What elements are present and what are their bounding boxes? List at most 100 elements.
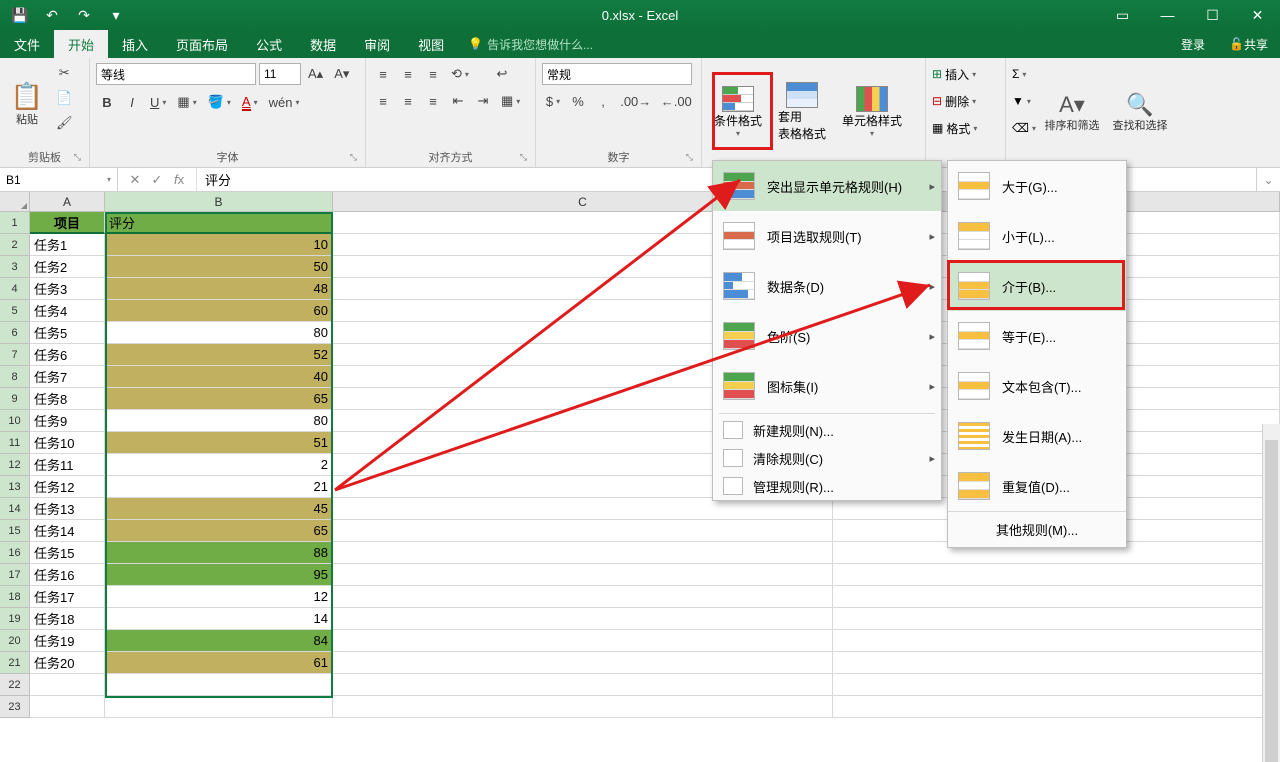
row-header[interactable]: 21 xyxy=(0,652,30,674)
cell[interactable]: 任务6 xyxy=(30,344,105,366)
cell[interactable]: 任务19 xyxy=(30,630,105,652)
fx-icon[interactable]: fx xyxy=(170,172,188,187)
menu-clear-rules[interactable]: 清除规则(C) ▸ xyxy=(713,444,941,472)
tab-layout[interactable]: 页面布局 xyxy=(162,30,242,58)
row-header[interactable]: 20 xyxy=(0,630,30,652)
menu-other-rules[interactable]: 其他规则(M)... xyxy=(948,511,1126,547)
cell[interactable]: 任务16 xyxy=(30,564,105,586)
phonetic-button[interactable]: wén xyxy=(265,91,304,113)
close-icon[interactable]: ✕ xyxy=(1235,0,1280,30)
cell[interactable]: 评分 xyxy=(105,212,333,234)
cell[interactable]: 任务18 xyxy=(30,608,105,630)
cell[interactable]: 任务1 xyxy=(30,234,105,256)
cell[interactable] xyxy=(333,608,833,630)
align-launcher-icon[interactable]: ⤡ xyxy=(520,152,527,163)
col-header-a[interactable]: A xyxy=(30,192,105,211)
format-as-table-button[interactable]: 套用 表格格式 xyxy=(772,62,832,162)
cell[interactable]: 60 xyxy=(105,300,333,322)
row-header[interactable]: 12 xyxy=(0,454,30,476)
cell[interactable]: 45 xyxy=(105,498,333,520)
enter-formula-icon[interactable]: ✓ xyxy=(148,172,166,188)
cell[interactable] xyxy=(333,630,833,652)
share-button[interactable]: 🔓 共享 xyxy=(1217,30,1280,58)
cell[interactable] xyxy=(30,674,105,696)
menu-color-scales[interactable]: 色阶(S) xyxy=(713,311,941,361)
maximize-icon[interactable]: ☐ xyxy=(1190,0,1235,30)
col-header-b[interactable]: B xyxy=(105,192,333,211)
align-middle-icon[interactable]: ≡ xyxy=(397,63,419,85)
wrap-text-icon[interactable]: ↩ xyxy=(491,63,513,85)
menu-duplicate-values[interactable]: 重复值(D)... xyxy=(948,461,1126,511)
cell[interactable] xyxy=(105,674,333,696)
cell[interactable] xyxy=(105,696,333,718)
select-all-corner[interactable] xyxy=(0,192,30,211)
cell[interactable] xyxy=(333,564,833,586)
sort-filter-button[interactable]: A▾ 排序和筛选 xyxy=(1040,62,1104,162)
row-header[interactable]: 22 xyxy=(0,674,30,696)
align-bottom-icon[interactable]: ≡ xyxy=(422,63,444,85)
clear-icon[interactable]: ⌫ xyxy=(1012,121,1029,135)
expand-formula-bar-icon[interactable]: ⌄ xyxy=(1256,168,1280,191)
menu-data-bars[interactable]: 数据条(D) xyxy=(713,261,941,311)
cell[interactable]: 任务14 xyxy=(30,520,105,542)
cell[interactable]: 任务11 xyxy=(30,454,105,476)
tab-data[interactable]: 数据 xyxy=(296,30,350,58)
increase-decimal-icon[interactable]: .00→ xyxy=(617,90,655,112)
cell[interactable]: 任务8 xyxy=(30,388,105,410)
row-header[interactable]: 5 xyxy=(0,300,30,322)
cell[interactable]: 10 xyxy=(105,234,333,256)
row-header[interactable]: 16 xyxy=(0,542,30,564)
cell[interactable]: 项目 xyxy=(30,212,105,234)
menu-less-than[interactable]: 小于(L)... xyxy=(948,211,1126,261)
increase-indent-icon[interactable]: ⇥ xyxy=(472,90,494,112)
paste-button[interactable]: 📋 粘贴 xyxy=(6,62,48,146)
cell[interactable]: 65 xyxy=(105,520,333,542)
align-center-icon[interactable]: ≡ xyxy=(397,90,419,112)
row-header[interactable]: 18 xyxy=(0,586,30,608)
cut-icon[interactable]: ✂ xyxy=(52,62,77,84)
cell[interactable] xyxy=(30,696,105,718)
menu-manage-rules[interactable]: 管理规则(R)... xyxy=(713,472,941,500)
insert-cells-icon[interactable]: ⊞ xyxy=(932,67,942,81)
delete-cells-label[interactable]: 删除 xyxy=(945,93,969,110)
comma-icon[interactable]: , xyxy=(592,90,614,112)
name-box[interactable]: B1 xyxy=(0,168,118,191)
cell[interactable] xyxy=(333,696,833,718)
cell[interactable] xyxy=(333,520,833,542)
decrease-font-icon[interactable]: A▾ xyxy=(330,63,353,85)
cell[interactable]: 52 xyxy=(105,344,333,366)
bold-button[interactable]: B xyxy=(96,91,118,113)
cell[interactable]: 21 xyxy=(105,476,333,498)
border-button[interactable]: ▦ xyxy=(173,91,200,113)
font-name-select[interactable] xyxy=(96,63,256,85)
cell[interactable]: 65 xyxy=(105,388,333,410)
row-header[interactable]: 7 xyxy=(0,344,30,366)
cell[interactable]: 任务2 xyxy=(30,256,105,278)
tab-file[interactable]: 文件 xyxy=(0,30,54,58)
menu-greater-than[interactable]: 大于(G)... xyxy=(948,161,1126,211)
cell-styles-button[interactable]: 单元格样式 ▾ xyxy=(836,62,908,162)
cell[interactable]: 95 xyxy=(105,564,333,586)
cell[interactable] xyxy=(833,564,1280,586)
cell[interactable]: 88 xyxy=(105,542,333,564)
decrease-decimal-icon[interactable]: ←.00 xyxy=(658,90,696,112)
find-select-button[interactable]: 🔍 查找和选择 xyxy=(1108,62,1172,162)
tab-formula[interactable]: 公式 xyxy=(242,30,296,58)
tab-review[interactable]: 审阅 xyxy=(350,30,404,58)
format-painter-icon[interactable]: 🖌 xyxy=(52,112,77,134)
fill-icon[interactable]: ▼ xyxy=(1012,94,1024,108)
tab-insert[interactable]: 插入 xyxy=(108,30,162,58)
delete-cells-icon[interactable]: ⊟ xyxy=(932,94,942,108)
row-header[interactable]: 9 xyxy=(0,388,30,410)
cell[interactable]: 80 xyxy=(105,410,333,432)
tab-view[interactable]: 视图 xyxy=(404,30,458,58)
merge-center-icon[interactable]: ▦ xyxy=(497,90,524,112)
row-header[interactable]: 8 xyxy=(0,366,30,388)
cell[interactable] xyxy=(333,586,833,608)
font-color-button[interactable]: A xyxy=(238,91,262,113)
insert-cells-label[interactable]: 插入 xyxy=(945,66,969,83)
row-header[interactable]: 17 xyxy=(0,564,30,586)
row-header[interactable]: 2 xyxy=(0,234,30,256)
format-cells-label[interactable]: 格式 xyxy=(946,120,970,137)
increase-font-icon[interactable]: A▴ xyxy=(304,63,327,85)
